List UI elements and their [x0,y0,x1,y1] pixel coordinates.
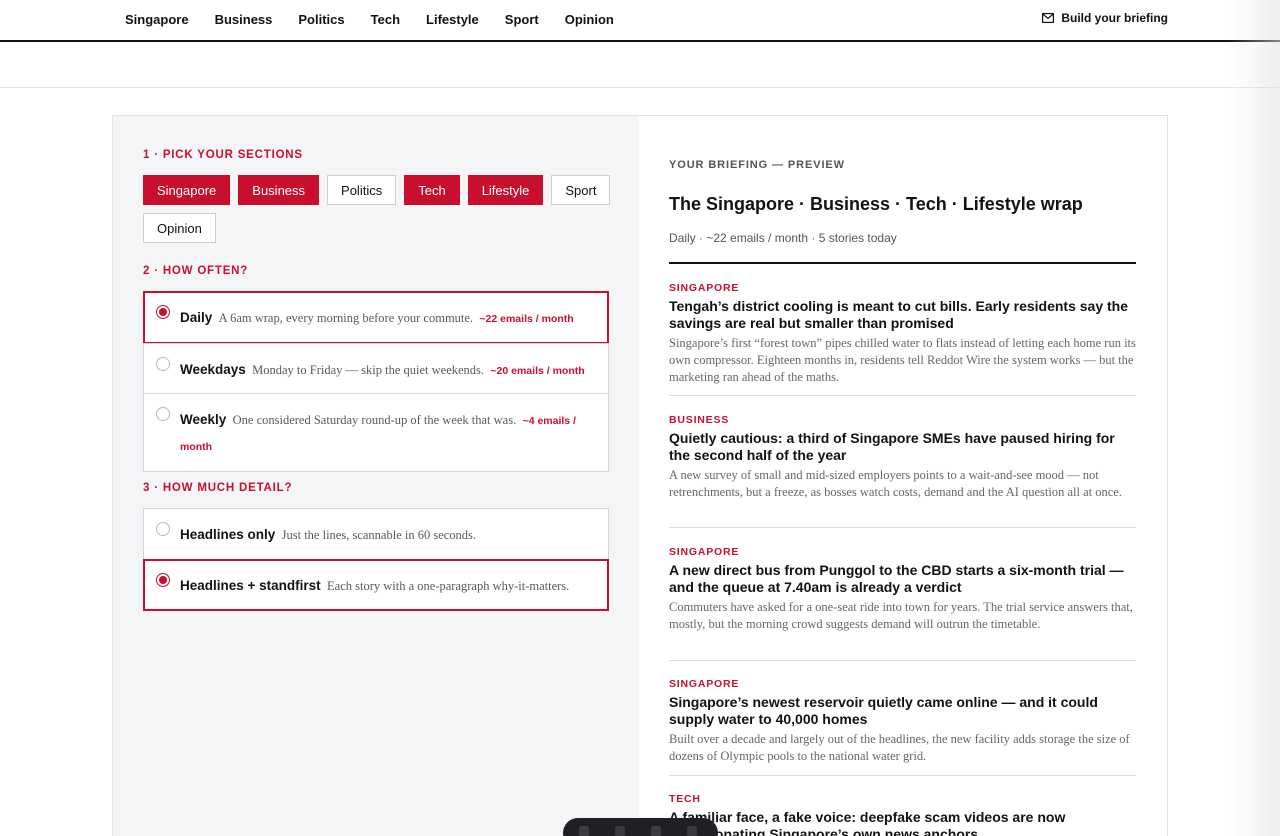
option-name: Weekdays [180,362,246,377]
chip-tech[interactable]: Tech [404,175,460,205]
story-headline: Quietly cautious: a third of Singapore S… [669,430,1115,463]
step-frequency-label: 2 · HOW OFTEN? [143,265,249,277]
option-description: One considered Saturday round-up of the … [232,413,517,427]
frequency-option-weekdays[interactable]: Weekdays Monday to Friday — skip the qui… [143,343,609,396]
chip-sport[interactable]: Sport [551,175,611,205]
nav-link-sport[interactable]: Sport [492,0,552,40]
story-standfirst: A new survey of small and mid-sized empl… [669,468,1122,499]
story-section: TECH [669,793,701,805]
detail-option-headlines-only[interactable]: Headlines only Just the lines, scannable… [143,508,609,560]
story-headline: A new direct bus from Punggol to the CBD… [669,562,1124,595]
radio-icon [156,357,170,371]
step-detail-label: 3 · HOW MUCH DETAIL? [143,482,293,494]
option-count: ~22 emails / month [479,313,574,325]
radio-icon [156,407,170,421]
toolbar-icon [651,826,661,836]
story-section: SINGAPORE [669,546,740,558]
toolbar-icon [615,826,625,836]
preview-label: YOUR BRIEFING — PREVIEW [669,159,845,171]
story-headline: Singapore’s newest reservoir quietly cam… [669,694,1098,727]
story-divider [669,527,1136,528]
nav-link-tech[interactable]: Tech [358,0,413,40]
section-nav: Singapore Business Politics Tech Lifesty… [112,0,627,40]
option-name: Headlines + standfirst [180,578,321,593]
nav-link-politics[interactable]: Politics [285,0,357,40]
nav-link-opinion[interactable]: Opinion [552,0,627,40]
option-description: Each story with a one-paragraph why-it-m… [327,579,570,593]
option-name: Daily [180,310,213,325]
nav-link-singapore[interactable]: Singapore [112,0,202,40]
chip-singapore[interactable]: Singapore [143,175,231,205]
floating-toolbar[interactable] [563,818,718,836]
radio-selected-icon [156,305,170,319]
nav-link-business[interactable]: Business [202,0,286,40]
briefing-preview: YOUR BRIEFING — PREVIEW The Singapore · … [639,115,1168,836]
section-chips: Singapore Business Politics Tech Lifesty… [143,175,613,243]
build-briefing-label: Build your briefing [1061,11,1168,25]
chip-politics[interactable]: Politics [327,175,397,205]
detail-option-headlines-standfirst[interactable]: Headlines + standfirst Each story with a… [143,559,609,611]
story-item[interactable]: TECH A familiar face, a fake voice: deep… [669,793,1136,836]
option-description: Just the lines, scannable in 60 seconds. [281,528,477,542]
radio-icon [156,522,170,536]
story-item[interactable]: SINGAPORE A new direct bus from Punggol … [669,546,1136,633]
toolbar-icon [687,826,697,836]
story-section: SINGAPORE [669,282,740,294]
radio-selected-icon [156,573,170,587]
mail-icon [1042,13,1055,23]
option-name: Weekly [180,412,227,427]
story-standfirst: Singapore’s first “forest town” pipes ch… [669,336,1136,384]
story-item[interactable]: BUSINESS Quietly cautious: a third of Si… [669,414,1136,501]
story-standfirst: Commuters have asked for a one-seat ride… [669,600,1133,631]
story-divider [669,775,1136,776]
chip-opinion[interactable]: Opinion [143,213,216,243]
story-section: BUSINESS [669,414,730,426]
edge-shadow [1228,0,1280,836]
story-headline: A familiar face, a fake voice: deepfake … [669,809,1066,836]
story-divider [669,660,1136,661]
option-count: ~20 emails / month [490,365,585,377]
step-sections-label: 1 · PICK YOUR SECTIONS [143,149,303,161]
preview-meta: Daily · ~22 emails / month · 5 stories t… [669,231,897,245]
story-standfirst: Built over a decade and largely out of t… [669,732,1130,763]
sub-bar [0,42,1280,88]
top-nav: Singapore Business Politics Tech Lifesty… [0,0,1280,42]
frequency-option-weekly[interactable]: Weekly One considered Saturday round-up … [143,393,609,472]
story-divider [669,395,1136,396]
preview-divider [669,262,1136,264]
nav-link-lifestyle[interactable]: Lifestyle [413,0,492,40]
story-item[interactable]: SINGAPORE Tengah’s district cooling is m… [669,282,1136,386]
preview-title: The Singapore · Business · Tech · Lifest… [669,194,1083,214]
option-name: Headlines only [180,527,276,542]
story-headline: Tengah’s district cooling is meant to cu… [669,298,1129,331]
chip-business[interactable]: Business [238,175,320,205]
build-briefing-link[interactable]: Build your briefing [1042,11,1168,25]
story-item[interactable]: SINGAPORE Singapore’s newest reservoir q… [669,678,1136,765]
briefing-builder: 1 · PICK YOUR SECTIONS Singapore Busines… [112,115,640,836]
chip-lifestyle[interactable]: Lifestyle [467,175,544,205]
option-description: A 6am wrap, every morning before your co… [218,311,474,325]
option-description: Monday to Friday — skip the quiet weeken… [252,363,485,377]
toolbar-icon [579,826,589,836]
frequency-option-daily[interactable]: Daily A 6am wrap, every morning before y… [143,291,609,344]
story-section: SINGAPORE [669,678,740,690]
